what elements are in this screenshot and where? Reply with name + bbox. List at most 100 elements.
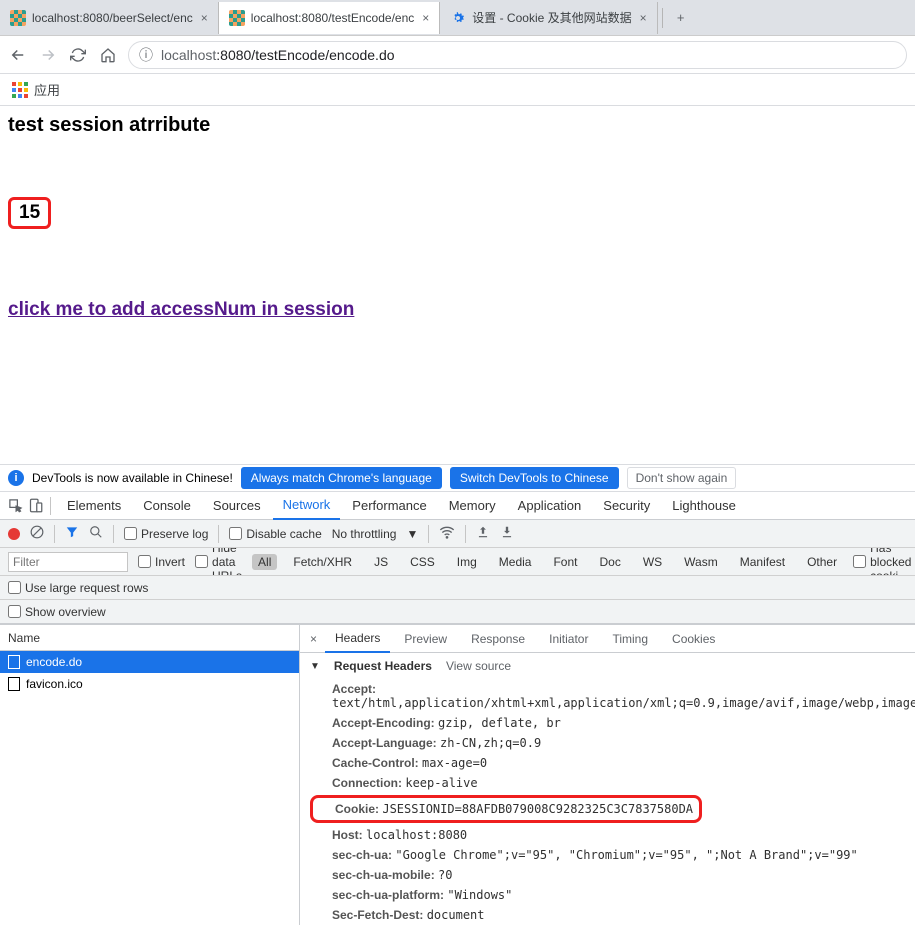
chevron-down-icon[interactable]: ▼ <box>406 527 418 541</box>
large-rows-checkbox[interactable]: Use large request rows <box>8 581 148 595</box>
banner-message: DevTools is now available in Chinese! <box>32 471 233 485</box>
filter-fetch[interactable]: Fetch/XHR <box>287 554 358 570</box>
apps-icon[interactable] <box>12 82 28 98</box>
info-icon: i <box>8 470 24 486</box>
request-list-header[interactable]: Name <box>0 625 299 651</box>
preserve-log-checkbox[interactable]: Preserve log <box>124 527 208 541</box>
network-toolbar: Preserve log Disable cache No throttling… <box>0 520 915 548</box>
disable-cache-checkbox[interactable]: Disable cache <box>229 527 321 541</box>
match-language-button[interactable]: Always match Chrome's language <box>241 467 442 489</box>
network-body: Name encode.do favicon.ico × Headers Pre… <box>0 624 915 925</box>
back-button[interactable] <box>8 45 28 65</box>
tab-lighthouse[interactable]: Lighthouse <box>662 492 746 520</box>
download-icon[interactable] <box>500 525 514 542</box>
header-sec-ch-ua: sec-ch-ua: "Google Chrome";v="95", "Chro… <box>310 845 905 865</box>
filter-media[interactable]: Media <box>493 554 538 570</box>
detail-tab-response[interactable]: Response <box>461 625 535 653</box>
gear-icon <box>450 10 466 26</box>
header-sec-ch-ua-platform: sec-ch-ua-platform: "Windows" <box>310 885 905 905</box>
site-info-icon[interactable]: ⓘ <box>139 45 153 65</box>
reload-button[interactable] <box>68 45 88 65</box>
hide-data-urls-checkbox[interactable]: Hide data URLs <box>195 548 242 576</box>
request-headers-section[interactable]: ▼ Request Headers View source <box>310 659 905 673</box>
filter-icon[interactable] <box>65 525 79 542</box>
tab-console[interactable]: Console <box>133 492 201 520</box>
filter-all[interactable]: All <box>252 554 277 570</box>
dont-show-button[interactable]: Don't show again <box>627 467 737 489</box>
inspect-icon[interactable] <box>6 497 24 515</box>
detail-tab-initiator[interactable]: Initiator <box>539 625 598 653</box>
close-icon[interactable]: × <box>640 11 647 25</box>
close-icon[interactable]: × <box>201 11 208 25</box>
tab-memory[interactable]: Memory <box>439 492 506 520</box>
filter-other[interactable]: Other <box>801 554 843 570</box>
url-field[interactable]: ⓘ localhost:8080/testEncode/encode.do <box>128 41 907 69</box>
filter-img[interactable]: Img <box>451 554 483 570</box>
search-icon[interactable] <box>89 525 103 542</box>
apps-label[interactable]: 应用 <box>34 80 60 99</box>
request-row-encode[interactable]: encode.do <box>0 651 299 673</box>
address-bar: ⓘ localhost:8080/testEncode/encode.do <box>0 36 915 74</box>
tab-sources[interactable]: Sources <box>203 492 271 520</box>
filter-wasm[interactable]: Wasm <box>678 554 724 570</box>
browser-tab-3[interactable]: 设置 - Cookie 及其他网站数据 × <box>440 2 657 34</box>
header-cookie: Cookie: JSESSIONID=88AFDB079008C9282325C… <box>310 795 702 823</box>
header-cache-control: Cache-Control: max-age=0 <box>310 753 905 773</box>
document-icon <box>8 655 20 669</box>
triangle-down-icon: ▼ <box>310 661 320 672</box>
filter-js[interactable]: JS <box>368 554 394 570</box>
tab-title: localhost:8080/beerSelect/enc <box>32 11 193 25</box>
close-icon[interactable]: × <box>422 11 429 25</box>
filter-manifest[interactable]: Manifest <box>734 554 791 570</box>
clear-button[interactable] <box>30 525 44 542</box>
blocked-cookies-checkbox[interactable]: Has blocked cooki <box>853 548 911 576</box>
tab-application[interactable]: Application <box>508 492 592 520</box>
browser-tab-2[interactable]: localhost:8080/testEncode/enc × <box>219 2 440 34</box>
network-options-row2: Show overview <box>0 600 915 624</box>
filter-font[interactable]: Font <box>547 554 583 570</box>
filter-ws[interactable]: WS <box>637 554 668 570</box>
filter-input[interactable] <box>8 552 128 572</box>
header-accept-language: Accept-Language: zh-CN,zh;q=0.9 <box>310 733 905 753</box>
detail-tab-headers[interactable]: Headers <box>325 625 390 653</box>
add-access-link[interactable]: click me to add accessNum in session <box>8 299 354 320</box>
close-detail-button[interactable]: × <box>306 632 321 646</box>
filter-css[interactable]: CSS <box>404 554 441 570</box>
new-tab-button[interactable]: + <box>667 2 695 34</box>
wifi-icon[interactable] <box>439 524 455 543</box>
show-overview-checkbox[interactable]: Show overview <box>8 605 106 619</box>
network-options-row1: Use large request rows <box>0 576 915 600</box>
upload-icon[interactable] <box>476 525 490 542</box>
tab-title: localhost:8080/testEncode/enc <box>251 11 414 25</box>
record-button[interactable] <box>8 528 20 540</box>
device-icon[interactable] <box>26 497 44 515</box>
detail-tabs: × Headers Preview Response Initiator Tim… <box>300 625 915 653</box>
request-row-favicon[interactable]: favicon.ico <box>0 673 299 695</box>
forward-button[interactable] <box>38 45 58 65</box>
header-host: Host: localhost:8080 <box>310 825 905 845</box>
network-filter-bar: Invert Hide data URLs All Fetch/XHR JS C… <box>0 548 915 576</box>
tab-network[interactable]: Network <box>273 492 341 520</box>
view-source-link[interactable]: View source <box>446 659 511 673</box>
tab-security[interactable]: Security <box>593 492 660 520</box>
switch-chinese-button[interactable]: Switch DevTools to Chinese <box>450 467 619 489</box>
request-detail: × Headers Preview Response Initiator Tim… <box>300 625 915 925</box>
favicon-icon <box>229 10 245 26</box>
tab-elements[interactable]: Elements <box>57 492 131 520</box>
bookmark-bar: 应用 <box>0 74 915 106</box>
request-list: Name encode.do favicon.ico <box>0 625 300 925</box>
page-title: test session atrribute <box>8 114 907 137</box>
url-host: localhost <box>161 47 216 63</box>
favicon-icon <box>10 10 26 26</box>
filter-doc[interactable]: Doc <box>593 554 626 570</box>
header-connection: Connection: keep-alive <box>310 773 905 793</box>
detail-tab-cookies[interactable]: Cookies <box>662 625 725 653</box>
invert-checkbox[interactable]: Invert <box>138 555 185 569</box>
detail-tab-timing[interactable]: Timing <box>602 625 658 653</box>
home-button[interactable] <box>98 45 118 65</box>
throttling-select[interactable]: No throttling <box>332 527 397 541</box>
detail-tab-preview[interactable]: Preview <box>394 625 457 653</box>
browser-tab-1[interactable]: localhost:8080/beerSelect/enc × <box>0 2 219 34</box>
tab-performance[interactable]: Performance <box>342 492 436 520</box>
header-sec-ch-ua-mobile: sec-ch-ua-mobile: ?0 <box>310 865 905 885</box>
